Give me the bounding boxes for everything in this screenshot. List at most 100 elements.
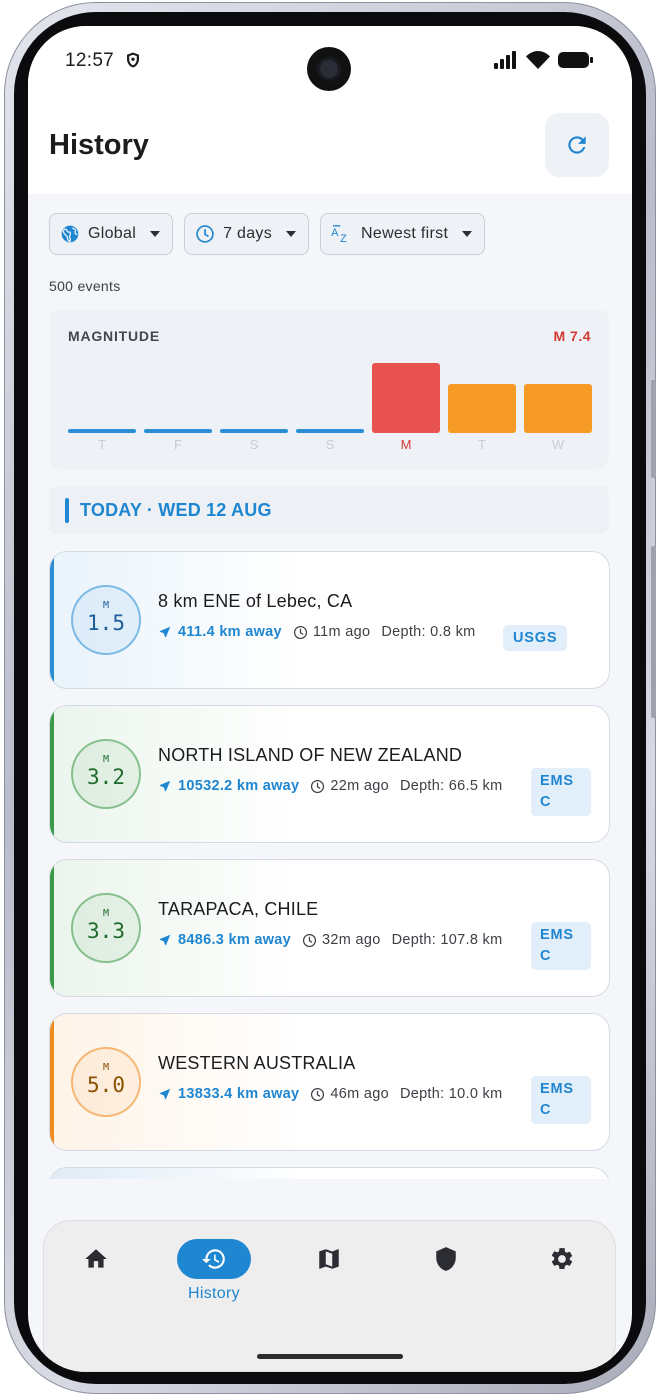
time-range-label: 7 days [223,225,273,242]
source-badge: EMS C [531,922,591,970]
event-count: 500 events [49,278,121,294]
chart-title: MAGNITUDE [68,328,160,344]
day-tick-label: T [98,437,106,452]
day-tick-label: M [400,437,412,452]
day-tick-label: F [174,437,182,452]
magnitude-badge: M 3.3 [71,893,141,963]
sort-filter[interactable]: AZ Newest first [320,213,486,255]
event-card[interactable]: M 3.2 NORTH ISLAND OF NEW ZEALAND 10532.2 k… [49,705,610,843]
severity-stripe [50,1014,54,1150]
event-depth: Depth: 107.8 km [391,932,503,948]
sort-az-icon: AZ [331,225,347,244]
power-button [651,546,656,718]
severity-stripe [50,552,54,688]
magnitude-bar [372,363,440,433]
nav-map[interactable] [292,1237,366,1281]
event-time-ago: 22m ago [310,778,389,794]
navigation-arrow-icon [159,626,171,638]
svg-text:A: A [331,227,339,239]
event-place: TARAPACA, CHILE [158,899,319,919]
clock-icon [311,779,325,793]
magnitude-prefix: M [102,1062,110,1073]
wifi-icon [526,51,550,69]
nav-history-label: History [188,1285,240,1302]
signal-icon [494,51,516,69]
magnitude-badge: M 3.2 [71,739,141,809]
chart-bars: TFSSMTW [68,357,592,457]
source-badge: USGS [503,625,568,651]
magnitude-bar [448,384,516,433]
refresh-icon [568,136,586,154]
event-depth: Depth: 10.0 km [399,1086,503,1102]
event-list[interactable]: M 1.5 8 km ENE of Lebec, CA 411.4 km away 11… [49,551,611,1179]
shield-status-icon [127,52,139,68]
event-meta: 10532.2 km away 22m ago Depth: 66.5 km [158,778,502,794]
clock-icon [302,933,317,947]
shield-icon [436,1247,456,1271]
section-accent [65,498,69,523]
severity-stripe [50,860,54,996]
magnitude-value: 3.2 [87,765,125,789]
front-camera [307,47,351,91]
battery-icon [558,52,593,68]
magnitude-value: 3.3 [87,919,125,943]
status-time: 12:57 [65,50,115,71]
nav-settings[interactable] [525,1237,599,1281]
event-distance: 10532.2 km away [158,778,299,794]
day-tick-label: T [478,437,486,452]
clock-icon [196,225,214,243]
settings-icon [551,1248,573,1269]
severity-stripe [50,706,54,842]
magnitude-prefix: M [102,908,110,919]
chart-max-magnitude: M 7.4 [553,328,591,344]
event-distance: 8486.3 km away [158,932,291,948]
event-depth: Depth: 0.8 km [381,624,476,640]
event-card[interactable]: M 1.5 8 km ENE of Lebec, CA 411.4 km away 11… [49,551,610,689]
volume-button [651,380,656,478]
magnitude-bar [68,429,136,433]
navigation-arrow-icon [159,1088,171,1100]
event-card[interactable]: M 3.3 TARAPACA, CHILE 8486.3 km away 32m ago… [49,859,610,997]
map-icon [319,1249,339,1269]
event-depth: Depth: 66.5 km [399,778,503,794]
magnitude-value: 1.5 [87,611,125,635]
filter-bar: Global 7 days AZ Newest first [49,213,486,255]
globe-icon [61,225,79,243]
magnitude-bar [296,429,364,433]
status-bar: 12:57 [28,26,632,96]
magnitude-prefix: M [102,754,110,765]
magnitude-bar [524,384,592,433]
event-card-partial[interactable] [49,1167,610,1179]
time-range-filter[interactable]: 7 days [184,213,310,255]
section-label: TODAY · WED 12 AUG [80,500,272,520]
svg-text:Z: Z [340,233,347,244]
event-place: NORTH ISLAND OF NEW ZEALAND [158,745,463,765]
source-badge: EMS C [531,768,591,816]
nav-home[interactable] [59,1237,133,1281]
magnitude-chart: MAGNITUDE M 7.4 T F S S M T W [49,309,609,469]
clock-icon [293,625,307,639]
system-icons [494,51,594,69]
event-time-ago: 32m ago [302,932,381,948]
event-card[interactable]: M 5.0 WESTERN AUSTRALIA 13833.4 km away 46m … [49,1013,610,1151]
nav-safety[interactable] [409,1237,483,1281]
refresh-button[interactable] [545,113,609,177]
day-tick-label: S [249,437,259,452]
event-distance: 13833.4 km away [158,1086,299,1102]
nav-history[interactable] [177,1239,251,1279]
event-distance: 411.4 km away [158,624,282,640]
caret-down-icon [462,231,473,237]
event-time-ago: 46m ago [310,1086,389,1102]
date-section-header: TODAY · WED 12 AUG [49,486,609,534]
event-meta: 8486.3 km away 32m ago Depth: 107.8 km [158,932,502,948]
magnitude-badge: M 5.0 [71,1047,141,1117]
day-tick-label: S [325,437,335,452]
magnitude-prefix: M [102,600,110,611]
event-meta: 13833.4 km away 46m ago Depth: 10.0 km [158,1086,502,1102]
magnitude-badge: M 1.5 [71,585,141,655]
region-filter[interactable]: Global [49,213,174,255]
region-filter-label: Global [88,225,137,242]
clock-icon [311,1087,325,1101]
screen: 12:57 History Global 7 days AZ Newest fi… [28,26,632,1372]
home-icon [85,1249,107,1268]
